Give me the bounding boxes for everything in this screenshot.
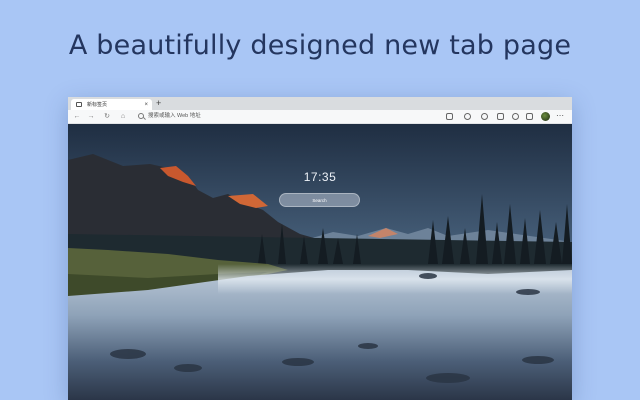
search-icon <box>138 113 144 119</box>
read-aloud-icon[interactable] <box>446 113 453 120</box>
landscape-wallpaper <box>68 124 572 400</box>
newtab-icon <box>76 102 82 107</box>
back-button[interactable]: ← <box>72 111 82 122</box>
address-bar[interactable]: 搜索或输入 Web 地址 <box>148 110 201 123</box>
profile-avatar[interactable] <box>541 112 550 121</box>
page-headline: A beautifully designed new tab page <box>68 30 572 61</box>
favorite-star-icon[interactable] <box>481 113 488 120</box>
refresh-button[interactable]: ↻ <box>102 111 112 122</box>
tab-title: 新标签页 <box>87 102 108 108</box>
search-input[interactable]: Search <box>279 193 360 207</box>
clock: 17:35 <box>303 170 337 184</box>
home-button[interactable]: ⌂ <box>118 111 128 122</box>
tab-strip: 新标签页 × + <box>68 97 572 110</box>
browser-window: 新标签页 × + ← → ↻ ⌂ 搜索或输入 Web 地址 ⋯ 17:35 Se… <box>68 97 572 400</box>
menu-icon[interactable]: ⋯ <box>556 110 564 122</box>
favorites-icon[interactable] <box>526 113 533 120</box>
new-tab-page: 17:35 Search <box>68 124 572 400</box>
browser-toolbar: ← → ↻ ⌂ 搜索或输入 Web 地址 ⋯ <box>68 110 572 124</box>
collections-icon[interactable] <box>497 113 504 120</box>
new-tab-button[interactable]: + <box>156 98 161 109</box>
extensions-icon[interactable] <box>512 113 519 120</box>
tab-new-tab[interactable]: 新标签页 × <box>71 99 152 110</box>
forward-button[interactable]: → <box>86 111 96 122</box>
translate-icon[interactable] <box>464 113 471 120</box>
close-icon[interactable]: × <box>144 102 148 108</box>
